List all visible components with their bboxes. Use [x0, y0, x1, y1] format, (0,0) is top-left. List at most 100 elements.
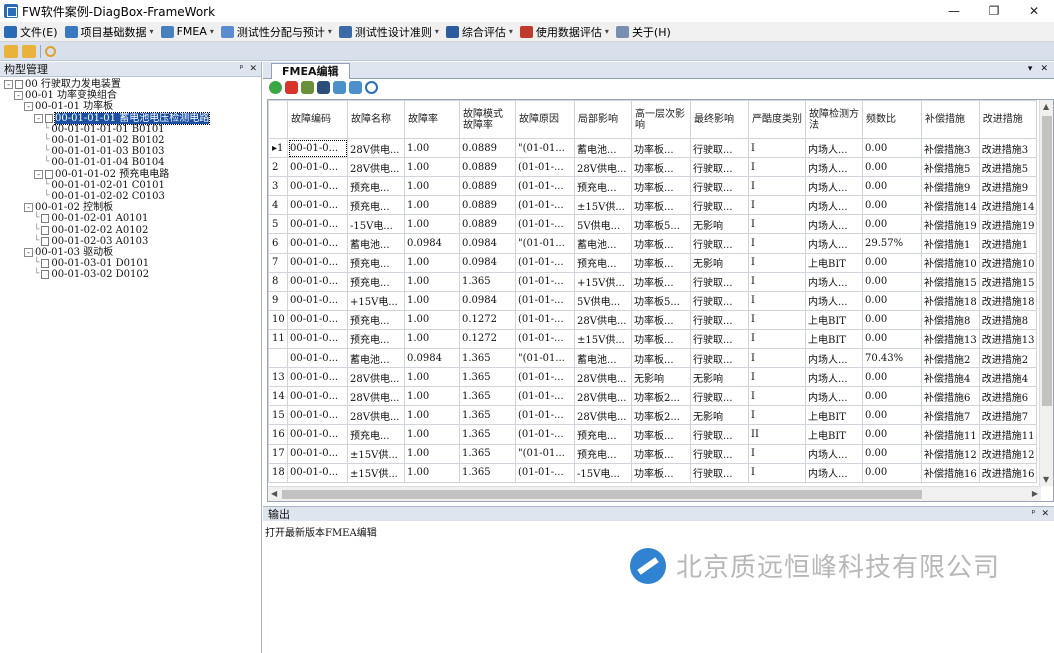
- table-cell[interactable]: 1.00: [404, 271, 460, 292]
- table-cell[interactable]: 0.00: [862, 405, 922, 426]
- table-row[interactable]: 14 00-01-0... 28V供电... 1.00 1.365 (01-01-... 2…: [268, 386, 1038, 407]
- table-cell[interactable]: 功率板5...: [631, 290, 691, 311]
- tab-close-icon[interactable]: ✕: [1040, 64, 1048, 74]
- menu-item-1[interactable]: 项目基础数据 ▾: [61, 23, 157, 41]
- table-cell[interactable]: 无影响: [690, 214, 749, 235]
- table-cell[interactable]: 上电BIT: [805, 309, 863, 330]
- column-header[interactable]: 严酷度类别: [748, 100, 806, 139]
- table-cell[interactable]: 补偿措施14: [921, 195, 980, 216]
- tab-fmea-edit[interactable]: FMEA编辑: [271, 63, 350, 79]
- table-cell[interactable]: 改进措施19: [978, 214, 1038, 235]
- table-cell[interactable]: 功率板...: [631, 176, 691, 197]
- table-cell[interactable]: 0.0984: [459, 290, 516, 311]
- table-row[interactable]: 4 00-01-0... 预充电... 1.00 0.0889 (01-01-... ±15…: [268, 195, 1038, 216]
- table-cell[interactable]: 改进措施8: [978, 309, 1038, 330]
- table-cell[interactable]: 内场人...: [805, 233, 863, 254]
- table-cell[interactable]: 0.00: [862, 137, 922, 159]
- tree-node[interactable]: -00-01 功率变换组合: [14, 90, 117, 101]
- tree-node[interactable]: └ 00-01-01-01-04 B0104: [44, 157, 165, 168]
- table-cell[interactable]: 1.00: [404, 424, 460, 445]
- table-cell[interactable]: 0.00: [862, 252, 922, 273]
- column-header[interactable]: 故障名称: [347, 100, 405, 139]
- table-cell[interactable]: 功率板...: [631, 137, 691, 159]
- vertical-scrollbar[interactable]: ▲ ▼: [1039, 100, 1053, 486]
- table-cell[interactable]: 1.00: [404, 195, 460, 216]
- table-cell[interactable]: 内场人...: [805, 214, 863, 235]
- table-cell[interactable]: 补偿措施19: [921, 214, 980, 235]
- table-cell[interactable]: 行驶取...: [690, 195, 749, 216]
- tab-list-icon[interactable]: ▾: [1028, 64, 1033, 74]
- table-cell[interactable]: 行驶取...: [690, 462, 749, 483]
- table-cell[interactable]: 补偿措施10: [921, 252, 980, 273]
- table-cell[interactable]: 0.00: [862, 443, 922, 464]
- table-cell[interactable]: 0.00: [862, 367, 922, 388]
- table-cell[interactable]: ±15V供...: [347, 462, 405, 483]
- table-cell[interactable]: 28V供电...: [347, 137, 405, 159]
- row-header[interactable]: [268, 348, 288, 369]
- table-cell[interactable]: 行驶取...: [690, 271, 749, 292]
- table-cell[interactable]: -15V电...: [574, 462, 632, 483]
- table-cell[interactable]: 28V供电...: [347, 157, 405, 178]
- row-header[interactable]: 7: [268, 252, 288, 273]
- table-cell[interactable]: 预充电...: [347, 328, 405, 350]
- table-row[interactable]: 17 00-01-0... ±15V供... 1.00 1.365 "(01-01... 预…: [268, 443, 1038, 464]
- table-cell[interactable]: 功率板...: [631, 195, 691, 216]
- export-icon[interactable]: [333, 81, 346, 94]
- row-header[interactable]: ▸1: [268, 137, 288, 159]
- row-header[interactable]: 10: [268, 309, 288, 330]
- table-cell[interactable]: 内场人...: [805, 157, 863, 178]
- collapse-toggle-icon[interactable]: -: [24, 203, 33, 213]
- row-header[interactable]: 13: [268, 367, 288, 388]
- table-cell[interactable]: I: [748, 462, 806, 483]
- table-cell[interactable]: 1.00: [404, 328, 460, 350]
- scroll-right-icon[interactable]: ▶: [1032, 489, 1038, 498]
- table-cell[interactable]: 改进措施4: [978, 367, 1038, 388]
- table-cell[interactable]: (01-01-...: [515, 405, 575, 426]
- table-cell[interactable]: 功率板2...: [631, 405, 691, 426]
- table-cell[interactable]: 无影响: [690, 252, 749, 273]
- table-cell[interactable]: "(01-01...: [515, 443, 575, 464]
- table-cell[interactable]: 28V供电...: [574, 157, 632, 178]
- table-cell[interactable]: 补偿措施6: [921, 386, 980, 407]
- table-cell[interactable]: 补偿措施13: [921, 328, 980, 350]
- table-cell[interactable]: 00-01-0...: [287, 328, 348, 350]
- tree-node[interactable]: └ 00-01-02-02 A0102: [34, 225, 148, 236]
- column-header[interactable]: 补偿措施: [921, 100, 980, 139]
- table-cell[interactable]: 28V供电...: [347, 405, 405, 426]
- table-cell[interactable]: 蓄电池...: [574, 137, 632, 159]
- table-cell[interactable]: (01-01-...: [515, 290, 575, 311]
- table-cell[interactable]: 行驶取...: [690, 137, 749, 159]
- table-cell[interactable]: ±15V供...: [574, 195, 632, 216]
- table-row[interactable]: ▸1 00-01-0... 28V供电... 1.00 0.0889 "(01-01...…: [268, 137, 1038, 159]
- table-cell[interactable]: 内场人...: [805, 348, 863, 369]
- table-cell[interactable]: 1.00: [404, 386, 460, 407]
- table-row[interactable]: 16 00-01-0... 预充电... 1.00 1.365 (01-01-... 预充电…: [268, 424, 1038, 445]
- table-cell[interactable]: I: [748, 176, 806, 197]
- import-icon[interactable]: [301, 81, 314, 94]
- table-cell[interactable]: 补偿措施16: [921, 462, 980, 483]
- table-cell[interactable]: 改进措施18: [978, 290, 1038, 311]
- table-cell[interactable]: 行驶取...: [690, 348, 749, 369]
- table-cell[interactable]: I: [748, 271, 806, 292]
- table-cell[interactable]: 无影响: [631, 367, 691, 388]
- table-cell[interactable]: 0.00: [862, 290, 922, 311]
- table-cell[interactable]: 00-01-0...: [287, 157, 348, 178]
- table-cell[interactable]: 28V供电...: [574, 405, 632, 426]
- table-cell[interactable]: 功率板...: [631, 271, 691, 292]
- table-cell[interactable]: 1.00: [404, 252, 460, 273]
- table-cell[interactable]: I: [748, 137, 806, 159]
- add-icon[interactable]: [269, 81, 282, 94]
- table-cell[interactable]: 预充电...: [347, 424, 405, 445]
- table-row[interactable]: 10 00-01-0... 预充电... 1.00 0.1272 (01-01-... 28…: [268, 309, 1038, 330]
- table-cell[interactable]: 预充电...: [574, 176, 632, 197]
- table-cell[interactable]: 00-01-0...: [287, 195, 348, 216]
- table-cell[interactable]: "(01-01...: [515, 348, 575, 369]
- menu-item-0[interactable]: 文件(E): [0, 23, 61, 41]
- table-cell[interactable]: I: [748, 443, 806, 464]
- table-cell[interactable]: 00-01-0...: [287, 462, 348, 483]
- table-cell[interactable]: (01-01-...: [515, 328, 575, 350]
- table-cell[interactable]: 补偿措施18: [921, 290, 980, 311]
- table-cell[interactable]: (01-01-...: [515, 386, 575, 407]
- table-cell[interactable]: ±15V供...: [574, 328, 632, 350]
- column-header[interactable]: 故障检测方法: [805, 100, 863, 139]
